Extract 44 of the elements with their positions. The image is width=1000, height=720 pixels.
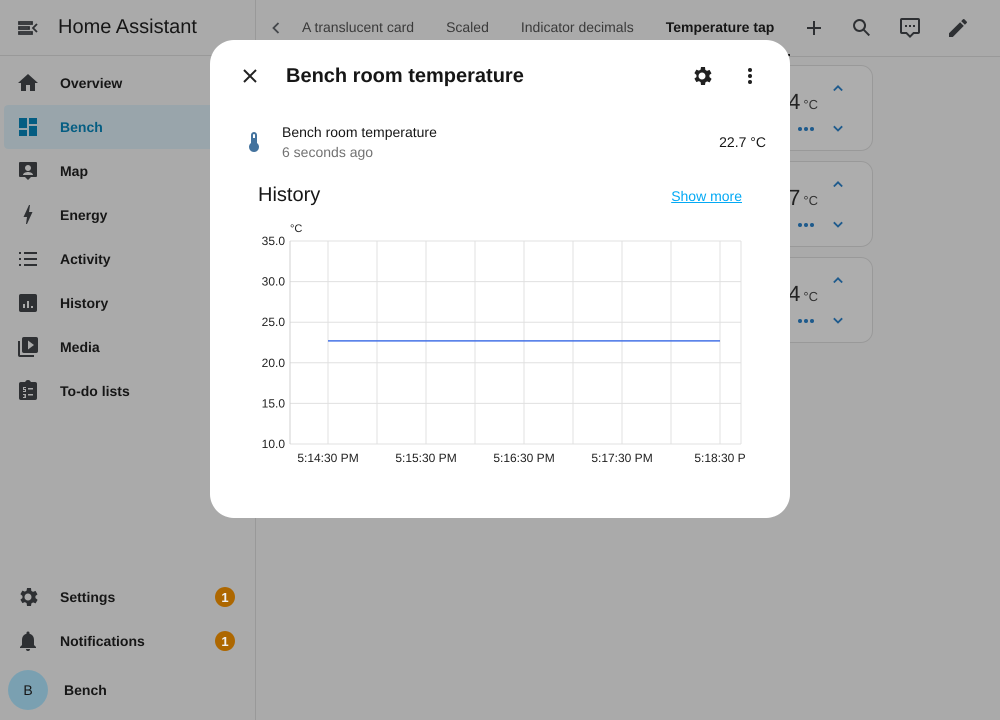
dashboard-icon bbox=[16, 115, 40, 139]
app-title: Home Assistant bbox=[58, 16, 197, 39]
sidebar-item[interactable]: Media bbox=[4, 325, 251, 369]
sidebar-item[interactable]: Settings 1 bbox=[4, 575, 251, 619]
bar-chart-icon bbox=[16, 291, 40, 315]
user-name[interactable]: Bench bbox=[64, 682, 107, 698]
axis-label: 5:15:30 PM bbox=[395, 451, 457, 465]
more-dots-icon[interactable] bbox=[797, 126, 815, 132]
entity-state: 22.7 °C bbox=[719, 134, 766, 150]
axis-label: 20.0 bbox=[262, 356, 285, 370]
chat-icon bbox=[898, 16, 922, 40]
axis-label: 5:17:30 PM bbox=[591, 451, 653, 465]
sidebar-item[interactable]: Activity bbox=[4, 237, 251, 281]
count-badge: 1 bbox=[215, 631, 235, 651]
unit-label: °C bbox=[803, 97, 818, 112]
more-dots-icon[interactable] bbox=[797, 222, 815, 228]
person-pin-icon bbox=[16, 159, 40, 183]
last-changed: 6 seconds ago bbox=[282, 144, 374, 160]
entity-name: Bench room temperature bbox=[282, 124, 438, 140]
axis-label: 15.0 bbox=[262, 396, 285, 410]
sidebar-item[interactable]: Overview bbox=[4, 61, 251, 105]
sidebar-item[interactable]: Map bbox=[4, 149, 251, 193]
axis-label: 30.0 bbox=[262, 274, 285, 289]
sidebar-item[interactable]: To-do lists bbox=[4, 369, 251, 413]
axis-label: 25.0 bbox=[262, 315, 285, 330]
sidebar-item[interactable]: History bbox=[4, 281, 251, 325]
sidebar-item[interactable]: Notifications 1 bbox=[4, 619, 251, 663]
user-avatar[interactable]: B bbox=[8, 670, 48, 710]
unit-label: °C bbox=[290, 223, 302, 235]
dialog-title: Bench room temperature bbox=[286, 64, 525, 88]
clipboard-icon bbox=[16, 379, 40, 403]
sidebar-item[interactable]: Energy bbox=[4, 193, 251, 237]
count-badge: 1 bbox=[215, 587, 235, 607]
axis-label: 5:16:30 PM bbox=[493, 451, 555, 465]
temperature-value: 7 bbox=[788, 185, 800, 211]
section-title: History bbox=[258, 184, 320, 207]
axis-label: 5:14:30 PM bbox=[297, 451, 359, 465]
unit-label: °C bbox=[803, 289, 818, 304]
axis-label: 35.0 bbox=[262, 234, 285, 248]
axis-label: 5:18:30 P bbox=[694, 451, 746, 465]
play-icon bbox=[16, 335, 40, 359]
more-dots-icon[interactable] bbox=[797, 318, 815, 324]
axis-label: 10.0 bbox=[262, 437, 285, 451]
unit-label: °C bbox=[803, 193, 818, 208]
